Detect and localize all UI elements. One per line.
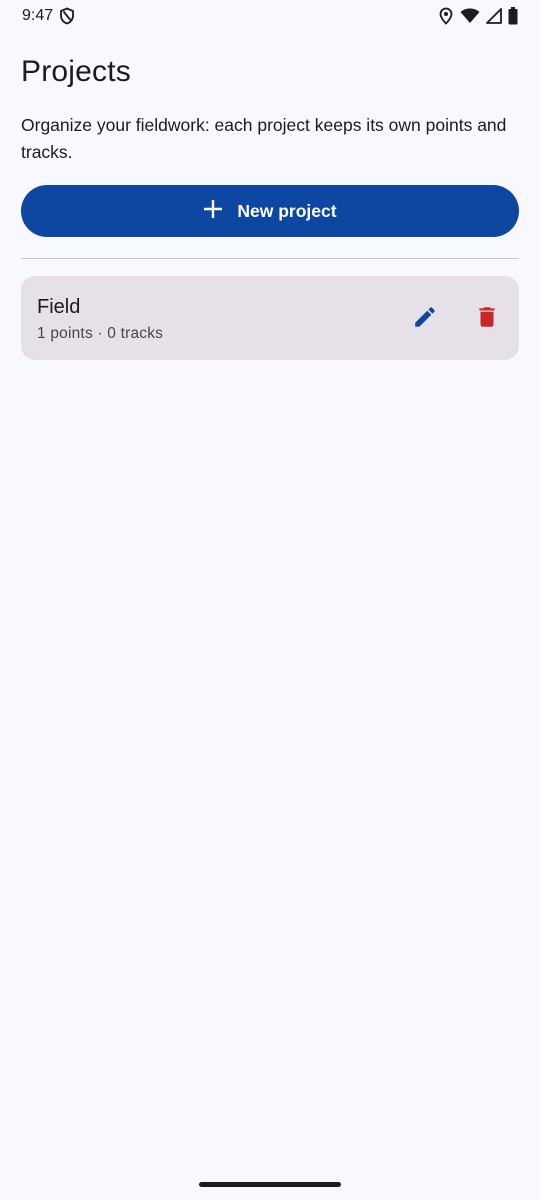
status-right	[438, 7, 518, 25]
edit-project-button[interactable]	[401, 294, 449, 342]
project-name: Field	[37, 296, 81, 318]
page-subtitle: Organize your fieldwork: each project ke…	[21, 115, 507, 162]
status-left: 9:47	[22, 7, 75, 25]
signal-icon	[486, 8, 502, 24]
pencil-icon	[412, 304, 438, 333]
wifi-icon	[460, 8, 480, 24]
battery-icon	[508, 7, 518, 25]
location-icon	[438, 7, 454, 25]
divider	[21, 258, 519, 259]
new-project-label: New project	[237, 200, 337, 221]
plus-icon	[203, 199, 223, 224]
new-project-button[interactable]: New project	[21, 185, 519, 237]
project-meta: 1 points · 0 tracks	[37, 325, 164, 342]
shield-icon	[59, 7, 75, 25]
page-title: Projects	[21, 55, 131, 88]
delete-project-button[interactable]	[463, 294, 511, 342]
trash-icon	[474, 304, 500, 333]
status-bar: 9:47	[0, 0, 540, 32]
status-time: 9:47	[22, 7, 54, 24]
gesture-nav-handle[interactable]	[199, 1182, 341, 1187]
project-card[interactable]: Field 1 points · 0 tracks	[21, 276, 519, 360]
